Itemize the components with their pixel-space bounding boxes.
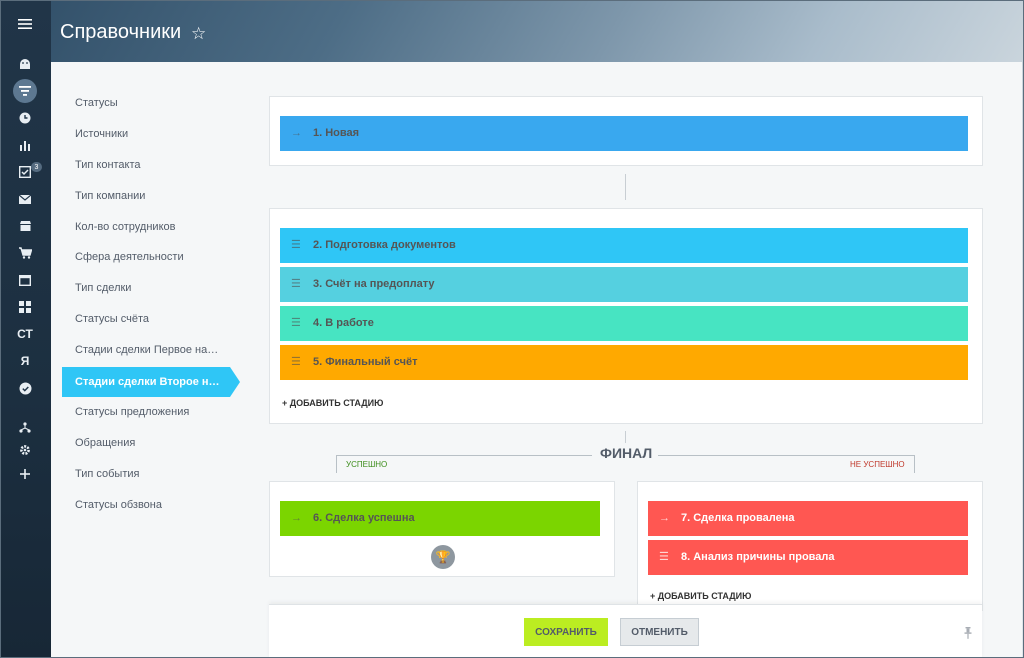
pin-icon[interactable] bbox=[964, 627, 972, 642]
sidebar-item-industry[interactable]: Сфера деятельности bbox=[75, 247, 184, 267]
sidebar-item-company-type[interactable]: Тип компании bbox=[75, 186, 145, 206]
final-title: ФИНАЛ bbox=[600, 445, 653, 461]
plus-icon[interactable] bbox=[13, 462, 37, 486]
sidebar-item-quote-statuses[interactable]: Статусы предложения bbox=[75, 402, 189, 422]
main-card: Статусы Источники Тип контакта Тип компа… bbox=[51, 62, 1022, 658]
shop-icon[interactable] bbox=[13, 214, 37, 238]
sidebar-item-call-statuses[interactable]: Статусы обзвона bbox=[75, 495, 162, 515]
android-icon[interactable] bbox=[13, 52, 37, 76]
stage-deal-won[interactable]: → 6. Сделка успешна bbox=[280, 501, 600, 536]
tasks-badge: 3 bbox=[31, 162, 42, 172]
cart-icon[interactable] bbox=[13, 241, 37, 265]
sidebar-item-statuses[interactable]: Статусы bbox=[75, 93, 118, 113]
ya-icon[interactable]: Я bbox=[13, 349, 37, 373]
arrow-right-icon: → bbox=[291, 512, 302, 524]
add-stage-button[interactable]: + ДОБАВИТЬ СТАДИЮ bbox=[282, 398, 383, 408]
arrow-right-icon: → bbox=[291, 127, 302, 139]
drag-handle-icon[interactable]: ☰ bbox=[291, 228, 301, 263]
stage-prep-docs[interactable]: ☰ 2. Подготовка документов bbox=[280, 228, 968, 263]
first-stage-box: → 1. Новая bbox=[269, 96, 983, 166]
mail-icon[interactable] bbox=[13, 187, 37, 211]
star-icon[interactable]: ☆ bbox=[191, 24, 206, 44]
save-button[interactable]: СОХРАНИТЬ bbox=[524, 618, 608, 646]
connector-line bbox=[625, 174, 626, 200]
stage-final-invoice[interactable]: ☰ 5. Финальный счёт bbox=[280, 345, 968, 380]
success-label: УСПЕШНО bbox=[346, 460, 388, 469]
stage-prepay-invoice[interactable]: ☰ 3. Счёт на предоплату bbox=[280, 267, 968, 302]
fail-box: → 7. Сделка провалена ☰ 8. Анализ причин… bbox=[637, 481, 983, 611]
sidebar-item-sources[interactable]: Источники bbox=[75, 124, 128, 144]
connector-line bbox=[625, 431, 626, 443]
check-circle-icon[interactable] bbox=[13, 376, 37, 400]
active-item-arrow bbox=[230, 367, 240, 397]
apps-icon[interactable] bbox=[13, 295, 37, 319]
drag-handle-icon[interactable]: ☰ bbox=[291, 345, 301, 380]
ct-icon[interactable]: СТ bbox=[13, 322, 37, 346]
middle-stages-box: ☰ 2. Подготовка документов ☰ 3. Счёт на … bbox=[269, 208, 983, 424]
page-title: Справочники bbox=[60, 21, 182, 43]
sidebar-item-appeals[interactable]: Обращения bbox=[75, 433, 135, 453]
cancel-button[interactable]: ОТМЕНИТЬ bbox=[620, 618, 699, 646]
sidebar-item-deal-stages-second[interactable]: Стадии сделки Второе н… bbox=[62, 367, 230, 397]
drag-handle-icon[interactable]: ☰ bbox=[291, 267, 301, 302]
filter-icon[interactable] bbox=[13, 79, 37, 103]
trophy-icon: 🏆 bbox=[431, 545, 455, 569]
drag-handle-icon[interactable]: ☰ bbox=[659, 540, 669, 575]
fail-label: НЕ УСПЕШНО bbox=[850, 460, 905, 469]
stage-label: 8. Анализ причины провала bbox=[681, 551, 835, 563]
drag-handle-icon[interactable]: ☰ bbox=[291, 306, 301, 341]
menu-icon[interactable] bbox=[13, 12, 37, 36]
stage-label: 7. Сделка провалена bbox=[681, 512, 795, 524]
sidebar-item-contact-type[interactable]: Тип контакта bbox=[75, 155, 141, 175]
stage-loss-analysis[interactable]: ☰ 8. Анализ причины провала bbox=[648, 540, 968, 575]
sidebar-item-deal-type[interactable]: Тип сделки bbox=[75, 278, 131, 298]
stage-new[interactable]: → 1. Новая bbox=[280, 116, 968, 151]
window-icon[interactable] bbox=[13, 268, 37, 292]
stage-deal-lost[interactable]: → 7. Сделка провалена bbox=[648, 501, 968, 536]
stage-label: 4. В работе bbox=[313, 317, 374, 329]
stage-label: 6. Сделка успешна bbox=[313, 512, 415, 524]
gear-icon[interactable] bbox=[13, 438, 37, 462]
sitemap-icon[interactable] bbox=[13, 415, 37, 439]
clock-icon[interactable] bbox=[13, 106, 37, 130]
stage-in-progress[interactable]: ☰ 4. В работе bbox=[280, 306, 968, 341]
stage-label: 5. Финальный счёт bbox=[313, 356, 418, 368]
stage-label: 3. Счёт на предоплату bbox=[313, 278, 435, 290]
add-fail-stage-button[interactable]: + ДОБАВИТЬ СТАДИЮ bbox=[650, 591, 751, 601]
sidebar-item-invoice-statuses[interactable]: Статусы счёта bbox=[75, 309, 149, 329]
arrow-right-icon: → bbox=[659, 512, 670, 524]
left-rail: 3 СТ Я bbox=[0, 0, 51, 658]
stage-label: 1. Новая bbox=[313, 127, 360, 139]
footer-bar: СОХРАНИТЬ ОТМЕНИТЬ bbox=[269, 604, 982, 658]
chart-icon[interactable] bbox=[13, 133, 37, 157]
stage-label: 2. Подготовка документов bbox=[313, 239, 456, 251]
sidebar-item-employees[interactable]: Кол-во сотрудников bbox=[75, 217, 175, 237]
sidebar-item-event-type[interactable]: Тип события bbox=[75, 464, 139, 484]
sidebar-item-deal-stages-first[interactable]: Стадии сделки Первое на… bbox=[75, 340, 218, 360]
